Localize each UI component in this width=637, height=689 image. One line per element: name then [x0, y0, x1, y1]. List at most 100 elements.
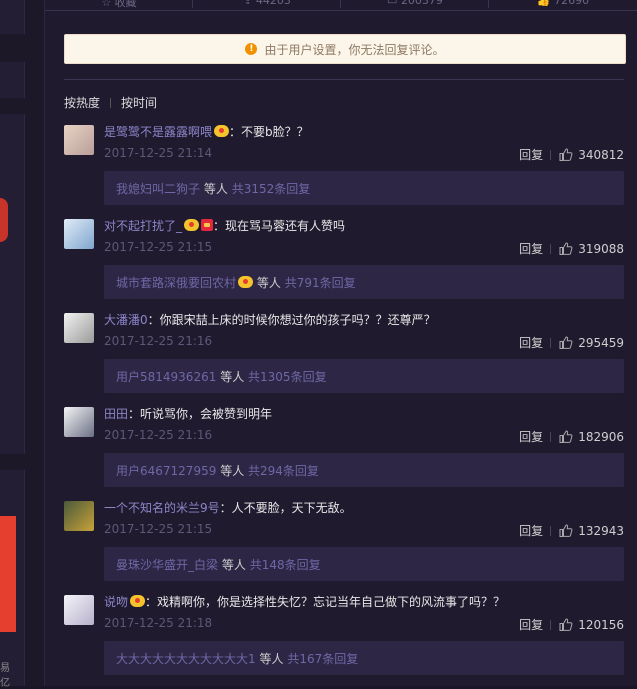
comment-text: ：听说骂你，会被赞到明年	[128, 407, 273, 421]
sub-reply-count[interactable]: 共3152条回复	[232, 180, 311, 197]
sub-replies-summary[interactable]: 用户6467127959 等人 共294条回复	[104, 453, 624, 487]
action-separator	[550, 619, 552, 630]
avatar[interactable]	[64, 501, 94, 531]
action-separator	[550, 525, 552, 536]
tab-comment[interactable]: ▭ 200379	[341, 0, 489, 8]
comment-line: 大潘潘0：你跟宋喆上床的时候你想过你的孩子吗？？还尊严？	[104, 311, 436, 328]
sub-reply-user[interactable]: 用户5814936261	[116, 368, 216, 385]
sort-options: 按热度 按时间	[64, 94, 157, 111]
thumbs-up-icon[interactable]	[559, 242, 573, 255]
comment-time: 2017-12-25 21:15	[104, 240, 213, 254]
comment-text: ：人不要脸，天下无敌。	[219, 501, 352, 515]
avatar[interactable]	[64, 595, 94, 625]
comment-username[interactable]: 大潘潘0	[104, 313, 148, 327]
sub-reply-count[interactable]: 共294条回复	[248, 462, 319, 479]
comment-line: 一个不知名的米兰9号：人不要脸，天下无敌。	[104, 499, 352, 516]
like-count: 295459	[578, 335, 624, 350]
avatar[interactable]	[64, 219, 94, 249]
sub-reply-user[interactable]: 曼珠沙华盛开_白梁	[116, 556, 218, 573]
sub-reply-deng: 等人	[220, 369, 245, 384]
sub-reply-user[interactable]: 城市套路深俄要回农村	[116, 274, 236, 291]
sidebar-avatar	[0, 198, 8, 242]
avatar[interactable]	[64, 407, 94, 437]
thumbs-up-icon[interactable]	[559, 524, 573, 537]
sidebar-text: 易	[0, 663, 10, 674]
comment-item: 对不起打扰了_ ：现在骂马蓉还有人赞吗 2017-12-25 21:15 回复 3…	[64, 215, 624, 309]
reply-button[interactable]: 回复	[519, 334, 543, 351]
comment-line: 说吻 ：戏精啊你，你是选择性失忆？忘记当年自己做下的风流事了吗？？	[104, 593, 505, 610]
sub-reply-deng: 等人	[259, 651, 284, 666]
sub-replies-summary[interactable]: 城市套路深俄要回农村 等人 共791条回复	[104, 265, 624, 299]
like-count: 120156	[578, 617, 624, 632]
sub-reply-count[interactable]: 共167条回复	[287, 650, 358, 667]
comment-time: 2017-12-25 21:16	[104, 428, 213, 442]
sub-replies-summary[interactable]: 我媳妇叫二狗子 等人 共3152条回复	[104, 171, 624, 205]
tab-like[interactable]: 👍 72690	[489, 0, 637, 7]
sub-reply-user[interactable]: 用户6467127959	[116, 462, 216, 479]
comment-username[interactable]: 说吻	[104, 595, 128, 609]
comment-time: 2017-12-25 21:16	[104, 334, 213, 348]
thumbs-up-icon[interactable]	[559, 618, 573, 631]
tab-favorite[interactable]: ☆ 收藏	[45, 0, 193, 10]
comment-actions: 回复 132943	[519, 522, 624, 539]
reply-button[interactable]: 回复	[519, 240, 543, 257]
reply-button[interactable]: 回复	[519, 428, 543, 445]
reply-button[interactable]: 回复	[519, 616, 543, 633]
comment-item: 一个不知名的米兰9号：人不要脸，天下无敌。 2017-12-25 21:15 回…	[64, 497, 624, 591]
tab-share[interactable]: ⇪ 44203	[193, 0, 341, 8]
avatar[interactable]	[64, 313, 94, 343]
thumbs-up-icon[interactable]	[559, 336, 573, 349]
sub-reply-deng: 等人	[203, 181, 228, 196]
sidebar-thumbnail[interactable]	[0, 516, 16, 632]
vip-badge-icon	[238, 276, 254, 288]
comment-line: 田田：听说骂你，会被赞到明年	[104, 405, 272, 422]
sub-reply-user[interactable]: 大大大大大大大大大大大1	[116, 650, 256, 667]
sidebar-card	[0, 0, 25, 34]
notice-text: 由于用户设置，你无法回复评论。	[264, 42, 445, 57]
sort-by-hot[interactable]: 按热度	[64, 94, 100, 111]
comment-username[interactable]: 是鹭鹭不是露露啊喂	[104, 125, 212, 139]
sidebar-card	[0, 62, 25, 98]
comments-panel: ☆ 收藏 ⇪ 44203 ▭ 200379 👍 72690 ! 由于用户设置，你…	[44, 0, 637, 686]
sub-reply-deng: 等人	[221, 557, 246, 572]
comment-username[interactable]: 田田	[104, 407, 128, 421]
sub-reply-count[interactable]: 共791条回复	[285, 274, 356, 291]
sub-reply-user[interactable]: 我媳妇叫二狗子	[116, 180, 200, 197]
sub-reply-count[interactable]: 共1305条回复	[248, 368, 327, 385]
thumbs-up-icon[interactable]	[559, 430, 573, 443]
like-count: 319088	[578, 241, 624, 256]
vip-badge-icon	[214, 125, 230, 137]
comment-username[interactable]: 对不起打扰了_	[104, 219, 182, 233]
comment-item: 大潘潘0：你跟宋喆上床的时候你想过你的孩子吗？？还尊严？ 2017-12-25 …	[64, 309, 624, 403]
sort-by-time[interactable]: 按时间	[121, 94, 157, 111]
comment-time: 2017-12-25 21:15	[104, 522, 213, 536]
comment-actions: 回复 319088	[519, 240, 624, 257]
reply-button[interactable]: 回复	[519, 522, 543, 539]
like-count: 182906	[578, 429, 624, 444]
comment-item: 是鹭鹭不是露露啊喂 ：不要b脸？？ 2017-12-25 21:14 回复 340…	[64, 121, 624, 215]
sub-replies-summary[interactable]: 用户5814936261 等人 共1305条回复	[104, 359, 624, 393]
action-separator	[550, 337, 552, 348]
comment-item: 说吻 ：戏精啊你，你是选择性失忆？忘记当年自己做下的风流事了吗？？ 2017-12…	[64, 591, 624, 685]
sub-replies-summary[interactable]: 曼珠沙华盛开_白梁 等人 共148条回复	[104, 547, 624, 581]
comment-time: 2017-12-25 21:14	[104, 146, 213, 160]
action-separator	[550, 149, 552, 160]
sub-replies-summary[interactable]: 大大大大大大大大大大大1 等人 共167条回复	[104, 641, 624, 675]
comment-text: ：不要b脸？？	[229, 125, 309, 139]
left-sidebar: 易 亿	[0, 0, 44, 689]
comment-actions: 回复 340812	[519, 146, 624, 163]
reply-disabled-notice: ! 由于用户设置，你无法回复评论。	[64, 34, 626, 64]
avatar[interactable]	[64, 125, 94, 155]
like-count: 340812	[578, 147, 624, 162]
comment-time: 2017-12-25 21:18	[104, 616, 213, 630]
reply-button[interactable]: 回复	[519, 146, 543, 163]
sort-separator	[110, 97, 112, 108]
comment-line: 是鹭鹭不是露露啊喂 ：不要b脸？？	[104, 123, 309, 140]
sub-reply-count[interactable]: 共148条回复	[250, 556, 321, 573]
comment-username[interactable]: 一个不知名的米兰9号	[104, 501, 220, 515]
comment-actions: 回复 295459	[519, 334, 624, 351]
comment-item: 田田：听说骂你，会被赞到明年 2017-12-25 21:16 回复 18290…	[64, 403, 624, 497]
thumbs-up-icon[interactable]	[559, 148, 573, 161]
comment-text: ：你跟宋喆上床的时候你想过你的孩子吗？？还尊严？	[147, 313, 436, 327]
comment-text: ：戏精啊你，你是选择性失忆？忘记当年自己做下的风流事了吗？？	[145, 595, 506, 609]
